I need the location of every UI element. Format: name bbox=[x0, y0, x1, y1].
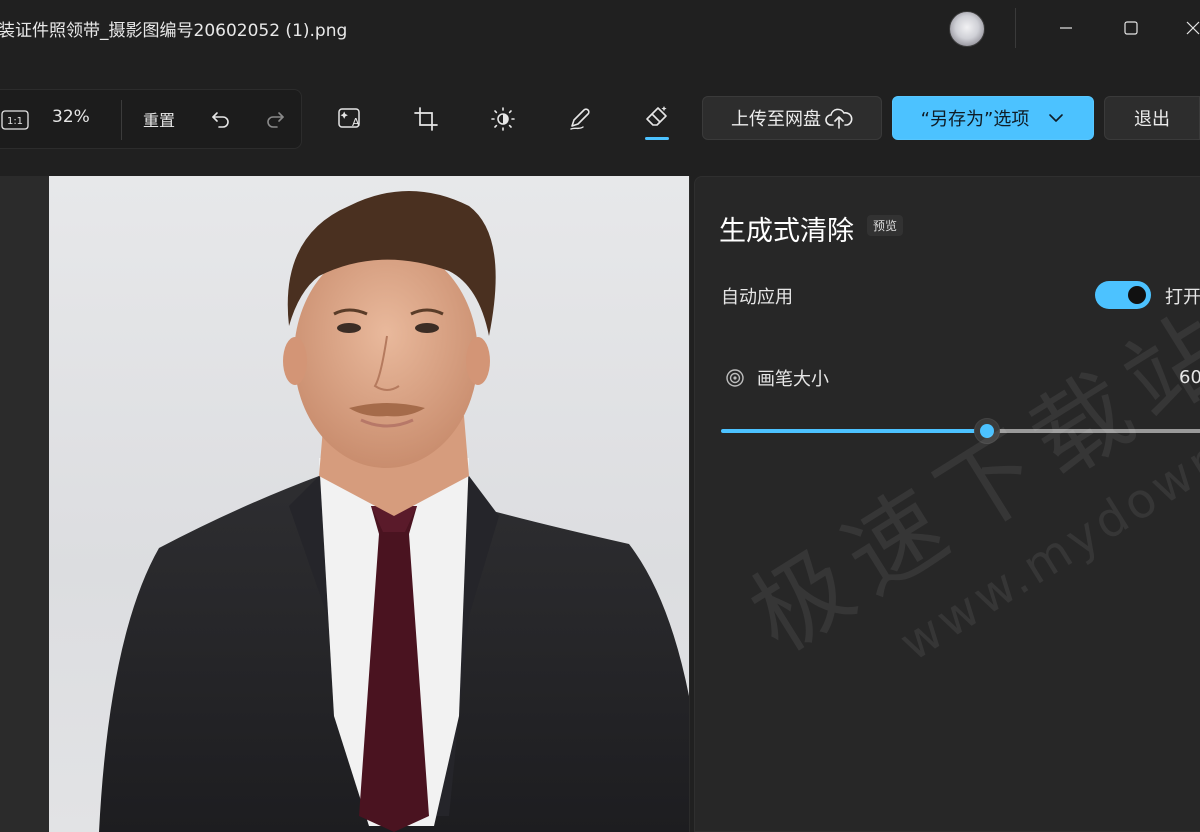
redo-button[interactable] bbox=[261, 106, 289, 134]
toggle-knob bbox=[1128, 286, 1146, 304]
upload-label: 上传至网盘 bbox=[731, 109, 821, 130]
brush-slider-thumb[interactable] bbox=[974, 418, 1000, 444]
aspect-ratio-icon: 1:1 bbox=[1, 110, 29, 130]
svg-text:A: A bbox=[352, 116, 360, 129]
erase-tool-button[interactable] bbox=[643, 103, 671, 131]
upload-button[interactable]: 上传至网盘 bbox=[702, 96, 882, 140]
undo-icon bbox=[212, 112, 229, 128]
cloud-upload-icon bbox=[825, 108, 853, 129]
brush-size-value: 60 bbox=[1179, 367, 1200, 388]
exit-button[interactable]: 退出 bbox=[1104, 96, 1200, 140]
minimize-icon bbox=[1060, 27, 1072, 29]
brush-size-icon bbox=[725, 368, 745, 388]
zoom-group: 1:1 32% 重置 bbox=[0, 89, 302, 149]
auto-apply-toggle[interactable] bbox=[1095, 281, 1151, 309]
redo-icon bbox=[267, 112, 284, 128]
close-icon bbox=[1186, 21, 1200, 35]
toolbar-divider bbox=[121, 100, 122, 140]
save-as-button[interactable]: “另存为”选项 bbox=[892, 96, 1094, 140]
adjust-tool-button[interactable] bbox=[489, 105, 517, 133]
active-tool-indicator bbox=[645, 137, 669, 140]
user-avatar[interactable] bbox=[949, 11, 985, 47]
minimize-button[interactable] bbox=[1043, 0, 1089, 56]
pen-icon bbox=[570, 108, 590, 130]
crop-icon bbox=[414, 107, 438, 131]
brightness-icon bbox=[491, 107, 515, 131]
markup-tool-button[interactable] bbox=[566, 105, 594, 133]
slider-thumb-dot bbox=[980, 424, 994, 438]
portrait-image bbox=[99, 191, 689, 832]
background-tool-button[interactable]: A bbox=[336, 105, 364, 133]
panel-title: 生成式清除 bbox=[719, 216, 854, 247]
crop-tool-button[interactable] bbox=[412, 105, 440, 133]
auto-apply-label: 自动应用 bbox=[721, 287, 793, 308]
close-button[interactable] bbox=[1170, 0, 1200, 56]
maximize-button[interactable] bbox=[1108, 0, 1154, 56]
image-ai-icon: A bbox=[338, 108, 360, 129]
reset-button[interactable]: 重置 bbox=[143, 107, 175, 131]
brush-slider-track[interactable] bbox=[987, 429, 1200, 433]
auto-apply-state: 打开 bbox=[1165, 287, 1200, 308]
title-bar: 装证件照领带_摄影图编号20602052 (1).png bbox=[0, 0, 1200, 56]
canvas-area bbox=[0, 176, 690, 832]
undo-button[interactable] bbox=[207, 106, 235, 134]
brush-slider-fill[interactable] bbox=[721, 429, 987, 433]
window-title: 装证件照领带_摄影图编号20602052 (1).png bbox=[0, 21, 348, 41]
title-separator bbox=[1015, 8, 1016, 48]
maximize-icon bbox=[1124, 21, 1138, 35]
svg-text:1:1: 1:1 bbox=[7, 116, 23, 127]
preview-badge: 预览 bbox=[867, 215, 904, 236]
brush-size-label: 画笔大小 bbox=[757, 369, 829, 390]
eraser-icon bbox=[646, 106, 667, 126]
chevron-down-icon bbox=[1049, 114, 1064, 122]
zoom-level[interactable]: 32% bbox=[52, 107, 90, 127]
toolbar: 1:1 32% 重置 A 上传至网盘 “另存为”选项 退出 bbox=[0, 56, 1200, 176]
photo-canvas[interactable] bbox=[49, 176, 689, 832]
save-as-label: “另存为”选项 bbox=[920, 109, 1030, 130]
aspect-ratio-button[interactable]: 1:1 bbox=[1, 110, 29, 130]
generative-erase-panel: 生成式清除 预览 自动应用 打开 画笔大小 60 bbox=[694, 176, 1200, 832]
